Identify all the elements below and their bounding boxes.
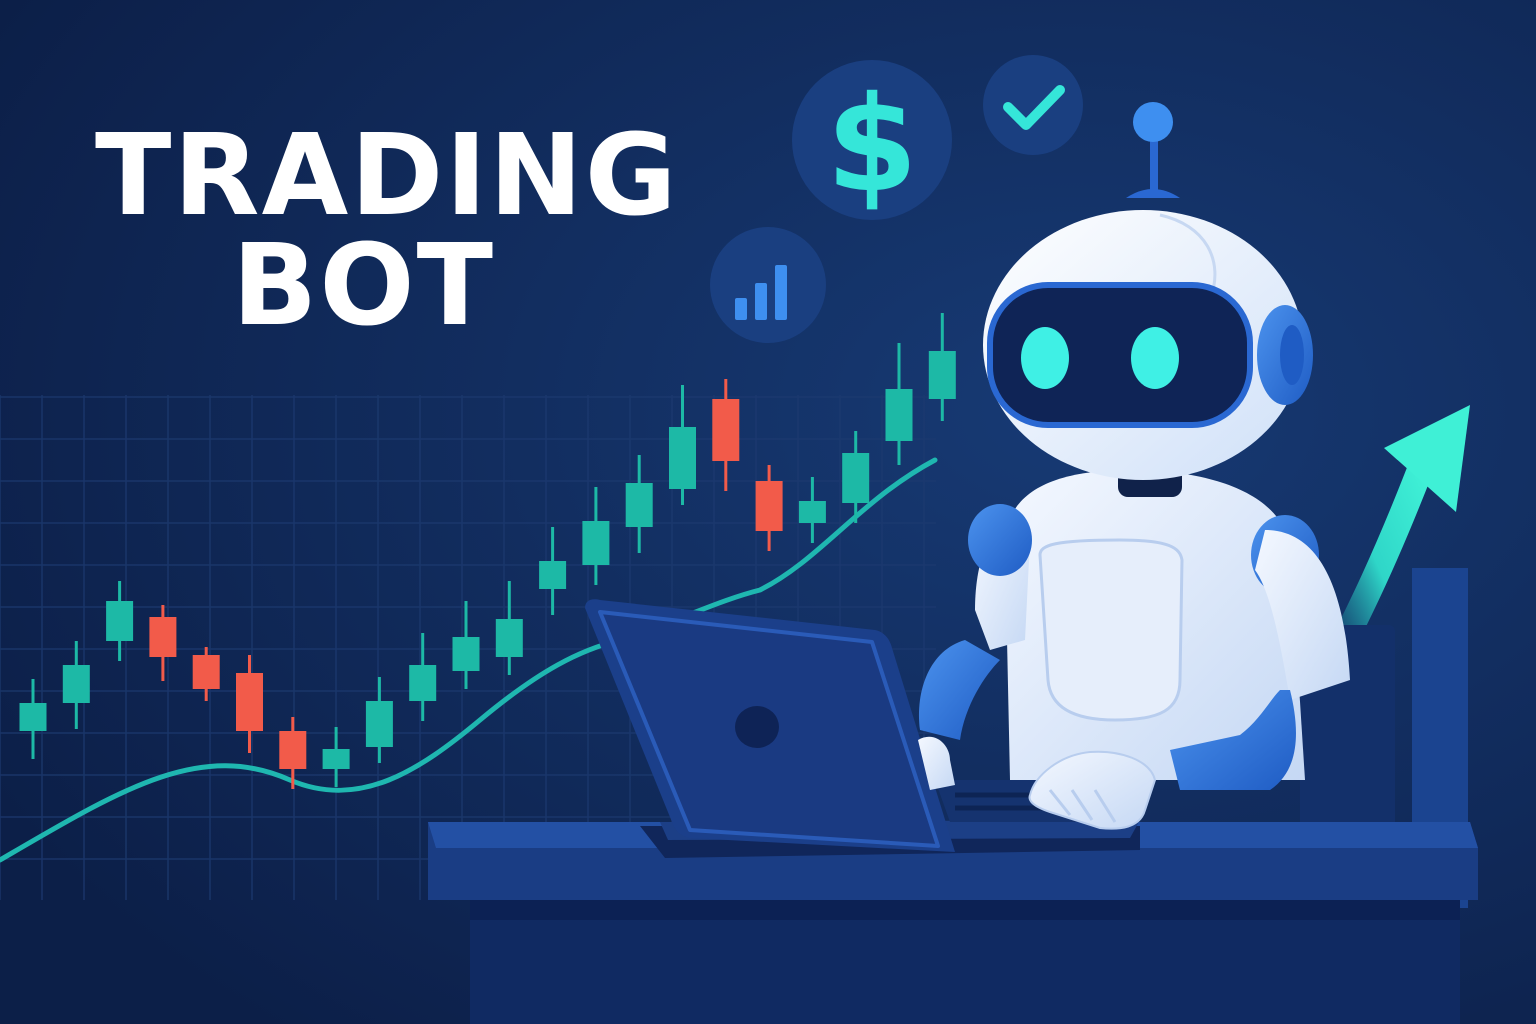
- check-icon: [983, 55, 1083, 155]
- candle-body: [236, 673, 263, 731]
- candle-body: [625, 483, 653, 527]
- candle-body: [322, 749, 350, 769]
- candle-body: [409, 665, 437, 701]
- candle-body: [842, 453, 870, 503]
- candle-body: [106, 601, 134, 641]
- antenna-icon: [1133, 102, 1173, 142]
- candle-body: [19, 703, 47, 731]
- title-line-1: TRADING: [95, 111, 679, 241]
- candle-body: [62, 665, 90, 703]
- robot-eye-left: [1021, 327, 1069, 389]
- candle-body: [712, 399, 740, 461]
- laptop-logo-icon: [735, 706, 779, 748]
- candle-body: [192, 655, 220, 689]
- svg-text:$: $: [826, 68, 918, 222]
- candle-body: [928, 351, 956, 399]
- candle-body: [495, 619, 523, 657]
- trading-bot-illustration: $ TRADING BOT: [0, 0, 1536, 1024]
- candle-body: [149, 617, 177, 657]
- candle-body: [452, 637, 480, 671]
- robot-eye-right: [1131, 327, 1179, 389]
- candle-body: [279, 731, 307, 769]
- candle-body: [798, 501, 826, 523]
- candle-body: [539, 561, 567, 589]
- title-line-2: BOT: [232, 221, 495, 351]
- candle-body: [669, 427, 696, 489]
- candle-body: [365, 701, 393, 747]
- candle-body: [755, 481, 783, 531]
- bar-chart-icon: [710, 227, 826, 343]
- chest-panel: [1038, 538, 1184, 722]
- candle-body: [885, 389, 913, 441]
- candle-body: [582, 521, 610, 565]
